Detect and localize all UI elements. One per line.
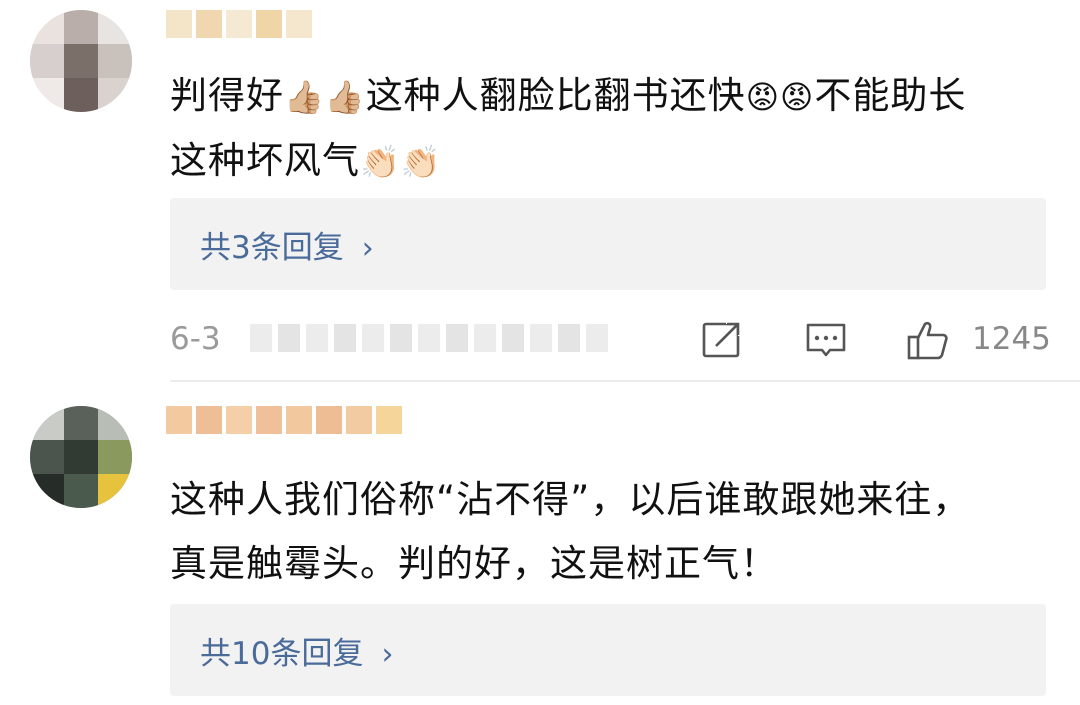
comment-text-part: 这种人翻脸比翻书还快 [365,74,746,117]
replies-button[interactable]: 共3条回复 › [170,198,1046,290]
avatar[interactable] [30,10,132,112]
replies-button[interactable]: 共10条回复 › [170,604,1046,696]
share-icon[interactable] [700,318,744,362]
username-blurred[interactable] [166,10,312,38]
replies-count-label: 共3条回复 [200,230,344,266]
comment-icon[interactable] [804,318,848,362]
like-count: 1245 [972,321,1051,357]
comment-text-line: 这种人我们俗称“沾不得”，以后谁敢跟她来往， [170,478,971,521]
thumbs-up-icon[interactable] [906,318,950,362]
username-blurred[interactable] [166,406,402,434]
comment-text-line: 真是触霉头。判的好，这是树正气！ [170,542,778,585]
chevron-right-icon: › [381,637,394,672]
comment-text: 这种人我们俗称“沾不得”，以后谁敢跟她来往， 真是触霉头。判的好，这是树正气！ [170,468,1050,596]
comment-footer: 6-3 1245 [170,316,1051,366]
timestamp: 6-3 [170,321,221,357]
chevron-right-icon: › [361,231,374,266]
comment-text-part: 这种坏风气 [170,139,360,182]
clapping-hands-emoji: 👏🏻👏🏻 [360,143,442,181]
comment-item: 这种人我们俗称“沾不得”，以后谁敢跟她来往， 真是触霉头。判的好，这是树正气！ … [0,384,1080,705]
divider [170,380,1080,382]
timestamp-blurred [250,324,608,352]
comment-item: 判得好👍🏼👍🏼这种人翻脸比翻书还快😡😡不能助长 这种坏风气👏🏻👏🏻 共3条回复 ›… [0,0,1080,382]
replies-count-label: 共10条回复 [200,636,364,672]
avatar[interactable] [30,406,132,508]
thumbs-up-emoji: 👍🏼👍🏼 [284,78,366,116]
angry-face-emoji: 😡😡 [745,78,815,116]
comment-text-part: 不能助长 [814,74,967,117]
comment-text: 判得好👍🏼👍🏼这种人翻脸比翻书还快😡😡不能助长 这种坏风气👏🏻👏🏻 [170,64,1050,194]
comment-text-part: 判得好 [170,74,284,117]
